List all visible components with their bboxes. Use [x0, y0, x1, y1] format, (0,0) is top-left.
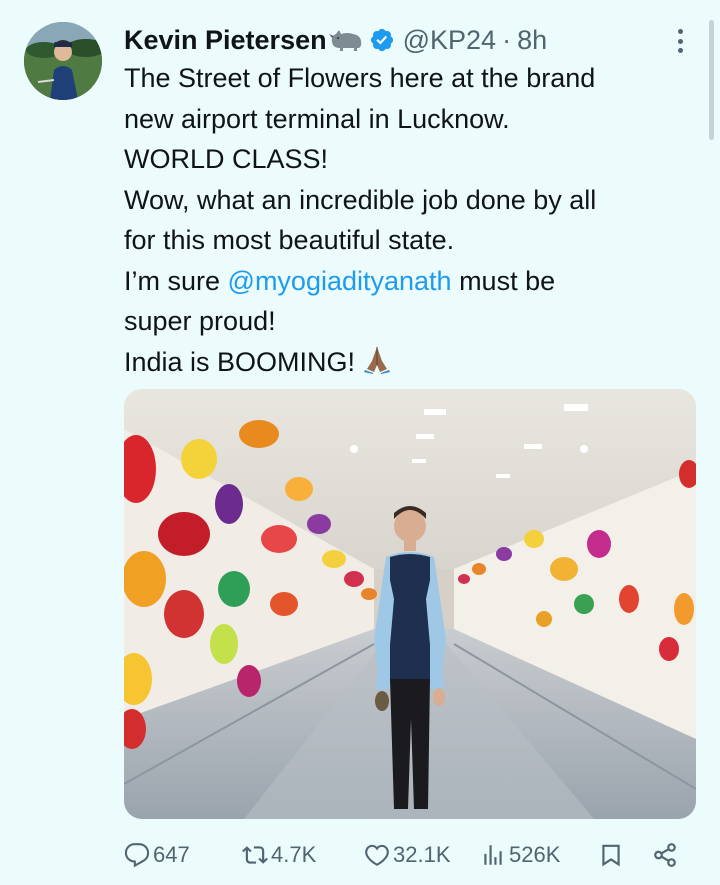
retweet-button[interactable]: 4.7K [242, 838, 316, 872]
tweet-line-last: India is BOOMING! [124, 342, 694, 387]
tweet-photo[interactable] [124, 389, 696, 819]
airport-flowers-photo [124, 389, 696, 819]
timestamp[interactable]: 8h [517, 20, 547, 60]
avatar[interactable] [24, 22, 102, 100]
tweet-line-prefix: I’m sure [124, 265, 228, 296]
tweet-line: WORLD CLASS! [124, 144, 329, 174]
bookmark-icon [602, 844, 620, 867]
share-button[interactable] [652, 838, 678, 872]
tweet-line-mention: I’m sure @myogiadityanath must be [124, 261, 694, 302]
reply-icon [124, 843, 150, 868]
tweet-line: for this most beautiful state. [124, 225, 455, 255]
tweet[interactable]: Kevin Pietersen @KP24 · 8h The Street of… [0, 0, 720, 885]
reply-button[interactable]: 647 [124, 838, 190, 872]
like-button[interactable]: 32.1K [364, 838, 451, 872]
heart-icon [365, 844, 389, 866]
tweet-line: The Street of Flowers here at the brand [124, 63, 596, 93]
retweet-icon [242, 846, 268, 864]
folded-hands-emoji-icon [361, 343, 393, 387]
tweet-line-text: India is BOOMING! [124, 346, 356, 377]
mention-link[interactable]: @myogiadityanath [228, 266, 452, 296]
tweet-line: new airport terminal in Lucknow. [124, 103, 510, 134]
tweet-actions: 647 4.7K 32.1K 526K [124, 838, 684, 872]
retweet-count: 4.7K [271, 842, 317, 867]
bookmark-button[interactable] [598, 838, 624, 872]
more-options-icon[interactable] [668, 26, 692, 56]
tweet-text: The Street of Flowers here at the brand … [124, 58, 694, 386]
like-count: 32.1K [393, 842, 451, 867]
verified-badge-icon [369, 27, 395, 53]
rhino-icon [328, 28, 363, 52]
tweet-line: Wow, what an incredible job done by all [124, 184, 597, 215]
author-name[interactable]: Kevin Pietersen [124, 20, 327, 60]
scrollbar[interactable] [709, 20, 714, 140]
share-icon [654, 843, 676, 867]
tweet-line: super proud! [124, 306, 276, 336]
views-button[interactable]: 526K [480, 838, 560, 872]
tweet-header: Kevin Pietersen @KP24 · 8h [124, 20, 547, 60]
mention-suffix: must be [451, 265, 556, 296]
analytics-icon [484, 845, 502, 865]
views-count: 526K [509, 842, 561, 867]
separator-dot: · [502, 25, 512, 55]
author-handle[interactable]: @KP24 [403, 20, 496, 60]
reply-count: 647 [153, 842, 190, 867]
avatar-image [24, 22, 102, 100]
